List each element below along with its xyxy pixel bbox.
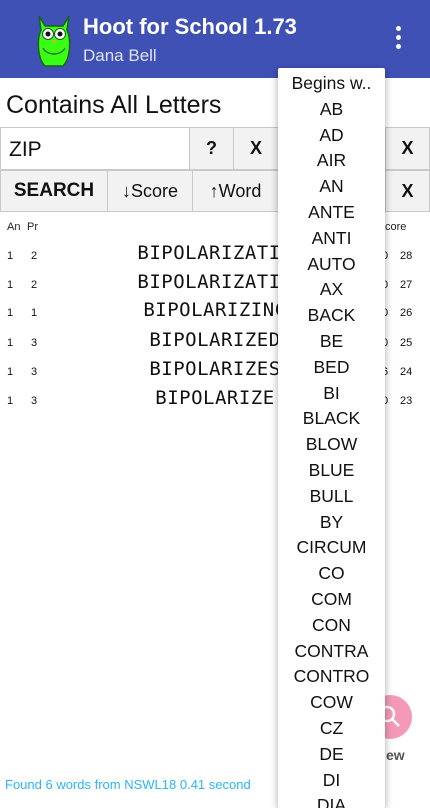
clear-filter-button[interactable]: X bbox=[385, 127, 430, 170]
column-header-anagrams: An bbox=[7, 221, 21, 233]
dropdown-option[interactable]: COM bbox=[278, 587, 385, 613]
letters-input[interactable]: ZIP bbox=[0, 127, 190, 170]
dropdown-option[interactable]: AX bbox=[278, 277, 385, 303]
dropdown-option[interactable]: AUTO bbox=[278, 252, 385, 278]
dropdown-option[interactable]: CO bbox=[278, 561, 385, 587]
overflow-menu-icon[interactable] bbox=[388, 24, 408, 54]
result-score: 26 bbox=[400, 307, 413, 319]
dropdown-option[interactable]: AN bbox=[278, 174, 385, 200]
app-title: Hoot for School 1.73 bbox=[83, 14, 297, 39]
letters-input-value: ZIP bbox=[9, 138, 42, 161]
prefix-dropdown-menu: Begins w.. AB AD AIR AN ANTE ANTI AUTO AX BACK BE B… bbox=[278, 68, 385, 808]
result-score: 23 bbox=[400, 395, 413, 407]
dropdown-option[interactable]: DE bbox=[278, 742, 385, 768]
owl-logo-icon bbox=[37, 15, 71, 67]
dropdown-option-begins-with[interactable]: Begins w.. bbox=[278, 71, 385, 97]
result-score: 24 bbox=[400, 366, 413, 378]
dropdown-option[interactable]: CONTRO bbox=[278, 664, 385, 690]
dropdown-option[interactable]: BY bbox=[278, 510, 385, 536]
dropdown-option[interactable]: CONTRA bbox=[278, 639, 385, 665]
dropdown-option[interactable]: DIA bbox=[278, 793, 385, 808]
user-name: Dana Bell bbox=[83, 46, 157, 65]
search-mode-title[interactable]: Contains All Letters bbox=[6, 91, 221, 120]
dropdown-option[interactable]: AB bbox=[278, 97, 385, 123]
dropdown-option[interactable]: ANTE bbox=[278, 200, 385, 226]
clear-input-button[interactable]: X bbox=[233, 127, 279, 170]
fab-label: ew bbox=[386, 747, 405, 763]
dropdown-option[interactable]: AIR bbox=[278, 148, 385, 174]
dropdown-option[interactable]: COW bbox=[278, 690, 385, 716]
dropdown-option[interactable]: BLACK bbox=[278, 406, 385, 432]
dropdown-option[interactable]: BLUE bbox=[278, 458, 385, 484]
dropdown-option[interactable]: BE bbox=[278, 329, 385, 355]
dropdown-option[interactable]: BLOW bbox=[278, 432, 385, 458]
dropdown-option[interactable]: BED bbox=[278, 355, 385, 381]
dropdown-option[interactable]: ANTI bbox=[278, 226, 385, 252]
result-score: 25 bbox=[400, 337, 413, 349]
dropdown-option[interactable]: BI bbox=[278, 381, 385, 407]
sort-score-button[interactable]: ↓Score bbox=[107, 170, 193, 212]
dropdown-option[interactable]: AD bbox=[278, 123, 385, 149]
dropdown-option[interactable]: CZ bbox=[278, 716, 385, 742]
search-button[interactable]: SEARCH bbox=[0, 170, 108, 212]
sort-word-button[interactable]: ↑Word bbox=[192, 170, 279, 212]
status-text: Found 6 words from NSWL18 0.41 second bbox=[5, 777, 251, 792]
app-bar: Hoot for School 1.73 Dana Bell bbox=[0, 0, 430, 78]
clear-second-filter-button[interactable]: X bbox=[385, 170, 430, 212]
dropdown-option[interactable]: BACK bbox=[278, 303, 385, 329]
column-header-probability: Pr bbox=[27, 221, 38, 233]
result-score: 28 bbox=[400, 250, 413, 262]
dropdown-option[interactable]: CIRCUM bbox=[278, 535, 385, 561]
dropdown-option[interactable]: DI bbox=[278, 768, 385, 794]
result-score: 27 bbox=[400, 279, 413, 291]
help-button[interactable]: ? bbox=[189, 127, 234, 170]
dropdown-option[interactable]: BULL bbox=[278, 484, 385, 510]
dropdown-option[interactable]: CON bbox=[278, 613, 385, 639]
column-header-score: core bbox=[385, 221, 407, 233]
